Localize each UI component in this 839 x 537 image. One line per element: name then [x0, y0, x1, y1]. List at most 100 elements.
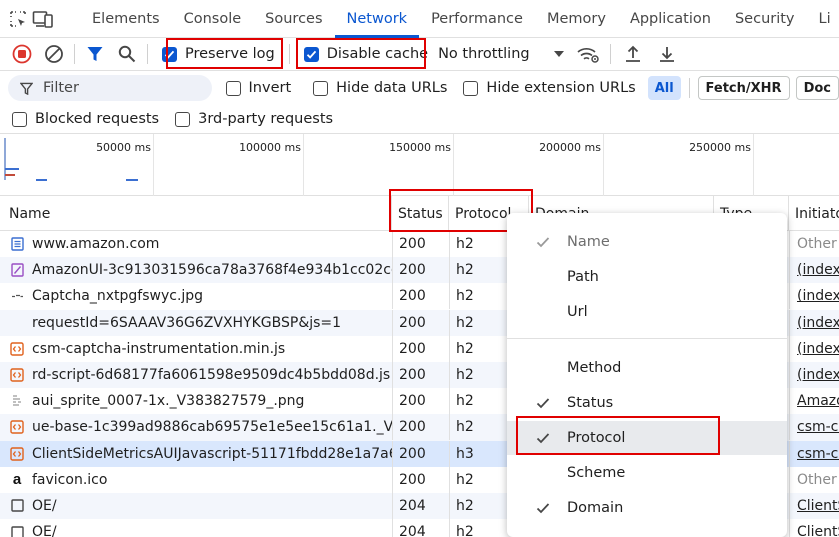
- network-conditions-button[interactable]: [574, 40, 602, 68]
- menu-item-status[interactable]: Status: [507, 386, 787, 420]
- blocked-requests-checkbox[interactable]: Blocked requests: [6, 105, 165, 133]
- request-protocol: h2: [449, 257, 511, 284]
- record-stop-button[interactable]: [8, 40, 36, 68]
- request-name: ue-base-1c399ad9886cab69575e1e5ee15c61a1…: [32, 419, 392, 436]
- overview-tick-label: 250000 ms: [689, 141, 751, 154]
- sprite-icon: [10, 394, 24, 408]
- filter-input[interactable]: Filter: [8, 75, 212, 101]
- checkbox-checked-icon[interactable]: [303, 46, 319, 62]
- column-header-label: Status: [398, 205, 443, 222]
- invert-checkbox[interactable]: Invert: [220, 74, 298, 102]
- checkbox-unchecked-icon[interactable]: [225, 80, 241, 96]
- request-status: 204: [392, 519, 449, 537]
- menu-item-label: Path: [567, 269, 599, 285]
- tab-security[interactable]: Security: [723, 0, 807, 38]
- column-header-status[interactable]: Status: [392, 196, 449, 231]
- column-header-name[interactable]: Name: [0, 196, 392, 231]
- request-initiator: Other: [789, 231, 839, 257]
- search-button[interactable]: [113, 40, 141, 68]
- type-filter-doc[interactable]: Doc: [795, 76, 839, 100]
- request-status: 200: [392, 335, 449, 362]
- menu-item-method[interactable]: Method: [507, 351, 787, 385]
- toolbar-divider: [288, 44, 290, 64]
- script-icon: [10, 342, 24, 356]
- menu-item-label: Protocol: [567, 430, 626, 446]
- menu-item-name[interactable]: Name: [507, 225, 787, 259]
- checkbox-icon: [10, 525, 24, 537]
- request-status: 200: [392, 361, 449, 388]
- request-initiator[interactable]: csm-ca: [789, 440, 839, 467]
- menu-item-label: Scheme: [567, 465, 626, 481]
- tab-elements[interactable]: Elements: [80, 0, 172, 38]
- request-name: requestId=6SAAAV36G6ZVXHYKGBSP&js=1: [32, 314, 342, 331]
- menu-item-path[interactable]: Path: [507, 260, 787, 294]
- request-initiator[interactable]: (index): [789, 309, 839, 336]
- menu-item-protocol[interactable]: Protocol: [507, 421, 787, 455]
- request-initiator[interactable]: csm-ca: [789, 414, 839, 441]
- request-initiator[interactable]: (index): [789, 361, 839, 388]
- overview-tick-label: 50000 ms: [96, 141, 151, 154]
- inspect-element-icon[interactable]: [8, 6, 28, 32]
- checkbox-unchecked-icon[interactable]: [12, 111, 27, 127]
- network-overview-timeline[interactable]: 50000 ms 100000 ms 150000 ms 200000 ms 2…: [0, 133, 839, 196]
- menu-item-scheme[interactable]: Scheme: [507, 456, 787, 490]
- request-protocol: h2: [449, 519, 511, 537]
- request-status: 200: [392, 283, 449, 310]
- checkbox-unchecked-icon[interactable]: [175, 111, 191, 127]
- request-initiator[interactable]: (index): [789, 283, 839, 310]
- request-protocol: h2: [449, 388, 511, 415]
- request-initiator[interactable]: ClientS: [789, 492, 839, 519]
- export-har-button[interactable]: [653, 40, 681, 68]
- overview-request-bar: [126, 179, 138, 181]
- script-icon: [10, 420, 24, 435]
- disable-cache-label: Disable cache: [326, 46, 429, 62]
- toolbar-divider: [74, 44, 75, 64]
- hide-data-urls-checkbox[interactable]: Hide data URLs: [307, 74, 453, 102]
- column-header-label: Name: [9, 205, 51, 222]
- request-initiator[interactable]: Amazo: [789, 388, 839, 415]
- overview-request-bar: [5, 174, 15, 176]
- request-initiator[interactable]: (index): [789, 335, 839, 362]
- request-protocol: h2: [449, 309, 511, 336]
- request-initiator[interactable]: (index): [789, 257, 839, 284]
- tab-network[interactable]: Network: [334, 0, 420, 38]
- menu-item-label: Domain: [567, 500, 624, 516]
- throttling-value: No throttling: [438, 46, 530, 62]
- record-icon: [12, 44, 32, 64]
- preserve-log-checkbox[interactable]: Preserve log: [156, 40, 281, 68]
- tab-application[interactable]: Application: [618, 0, 723, 38]
- request-status: 200: [392, 440, 449, 467]
- type-filter-fetch-xhr[interactable]: Fetch/XHR: [697, 76, 790, 100]
- tab-sources[interactable]: Sources: [253, 0, 334, 38]
- checkmark-icon: [536, 398, 550, 409]
- disable-cache-checkbox[interactable]: Disable cache: [298, 40, 434, 68]
- request-status: 204: [392, 492, 449, 519]
- blocked-filter-row: Blocked requests 3rd-party requests: [0, 105, 839, 133]
- menu-item-url[interactable]: Url: [507, 295, 787, 329]
- checkbox-unchecked-icon[interactable]: [463, 80, 479, 96]
- tab-lighthouse[interactable]: Li: [807, 0, 839, 38]
- checkmark-icon: [536, 237, 550, 248]
- menu-item-domain[interactable]: Domain: [507, 491, 787, 525]
- tab-performance[interactable]: Performance: [419, 0, 535, 38]
- type-filter-all[interactable]: All: [647, 76, 681, 100]
- checkbox-checked-icon[interactable]: [162, 46, 177, 62]
- tab-memory[interactable]: Memory: [535, 0, 618, 38]
- search-icon: [118, 45, 136, 63]
- request-initiator[interactable]: ClientS: [789, 519, 839, 537]
- import-har-button[interactable]: [619, 40, 647, 68]
- network-toolbar: Preserve log Disable cache No throttling: [0, 38, 839, 71]
- checkmark-icon: [536, 433, 550, 444]
- third-party-checkbox[interactable]: 3rd-party requests: [169, 105, 339, 133]
- filter-toggle-button[interactable]: [81, 40, 109, 68]
- hide-extension-urls-checkbox[interactable]: Hide extension URLs: [457, 74, 641, 102]
- checkbox-unchecked-icon[interactable]: [313, 80, 329, 96]
- throttling-select[interactable]: No throttling: [434, 40, 570, 68]
- column-header-initiator[interactable]: Initiato: [789, 196, 839, 231]
- tab-console[interactable]: Console: [172, 0, 254, 38]
- device-toolbar-icon[interactable]: [32, 6, 54, 32]
- toolbar-divider: [609, 44, 611, 64]
- clear-button[interactable]: [40, 40, 68, 68]
- third-party-label: 3rd-party requests: [198, 111, 334, 127]
- request-name: aui_sprite_0007-1x._V383827579_.png: [32, 393, 305, 410]
